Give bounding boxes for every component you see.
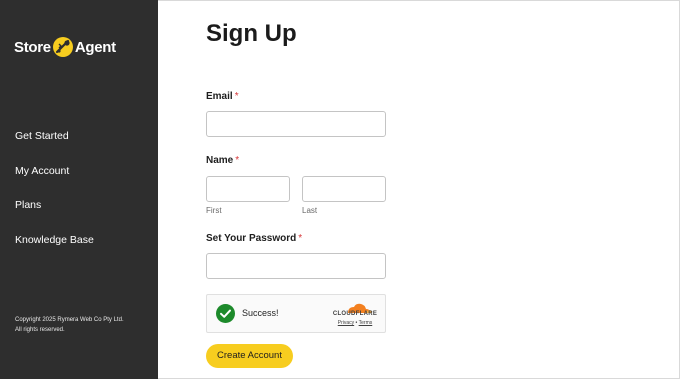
required-mark: *	[234, 91, 239, 102]
last-sublabel: Last	[302, 206, 318, 215]
first-name-field[interactable]	[206, 176, 290, 202]
email-label-text: Email	[206, 91, 233, 102]
rights-line: All rights reserved.	[15, 326, 65, 333]
cloudflare-brand: CLOUDFLARE	[332, 311, 378, 317]
sidebar-nav: Get Started My Account Plans Knowledge B…	[15, 129, 94, 267]
main-content: Sign Up Email * Name * First Last Set Your…	[158, 0, 680, 379]
name-label-text: Name	[206, 155, 234, 166]
sidebar-item-my-account[interactable]: My Account	[15, 164, 94, 178]
last-name-field[interactable]	[302, 176, 386, 202]
logo-mark-icon	[52, 37, 73, 57]
email-field[interactable]	[206, 111, 386, 137]
store-agent-logo[interactable]: Store Agent	[14, 33, 116, 61]
privacy-link[interactable]: Privacy	[338, 320, 354, 326]
logo-text-store: Store	[14, 38, 51, 56]
password-field[interactable]	[206, 253, 386, 279]
sidebar-item-plans[interactable]: Plans	[15, 198, 94, 212]
success-check-icon	[216, 304, 235, 323]
sidebar-item-knowledge-base[interactable]: Knowledge Base	[15, 233, 94, 247]
password-label: Set Your Password *	[206, 233, 302, 244]
copyright-line: Copyright 2025 Rymera Web Co Pty Ltd.	[15, 317, 124, 323]
sidebar: Store Agent Get Started My Account Plans…	[0, 0, 158, 379]
name-label: Name *	[206, 155, 239, 166]
captcha-links: Privacy • Terms	[331, 320, 379, 326]
captcha-widget[interactable]: Success! CLOUDFLARE Privacy • Terms	[206, 294, 386, 333]
password-label-text: Set Your Password	[206, 233, 297, 244]
required-mark: *	[298, 233, 303, 244]
required-mark: *	[235, 155, 240, 166]
terms-link[interactable]: Terms	[359, 320, 373, 326]
captcha-status: Success!	[242, 308, 279, 318]
copyright: Copyright 2025 Rymera Web Co Pty Ltd. Al…	[15, 316, 150, 335]
sidebar-item-get-started[interactable]: Get Started	[15, 129, 94, 143]
email-label: Email *	[206, 91, 239, 102]
link-separator: •	[355, 320, 358, 326]
page-title: Sign Up	[206, 20, 297, 47]
create-account-button[interactable]: Create Account	[206, 344, 293, 368]
first-sublabel: First	[206, 206, 222, 215]
logo-text-agent: Agent	[74, 38, 116, 56]
